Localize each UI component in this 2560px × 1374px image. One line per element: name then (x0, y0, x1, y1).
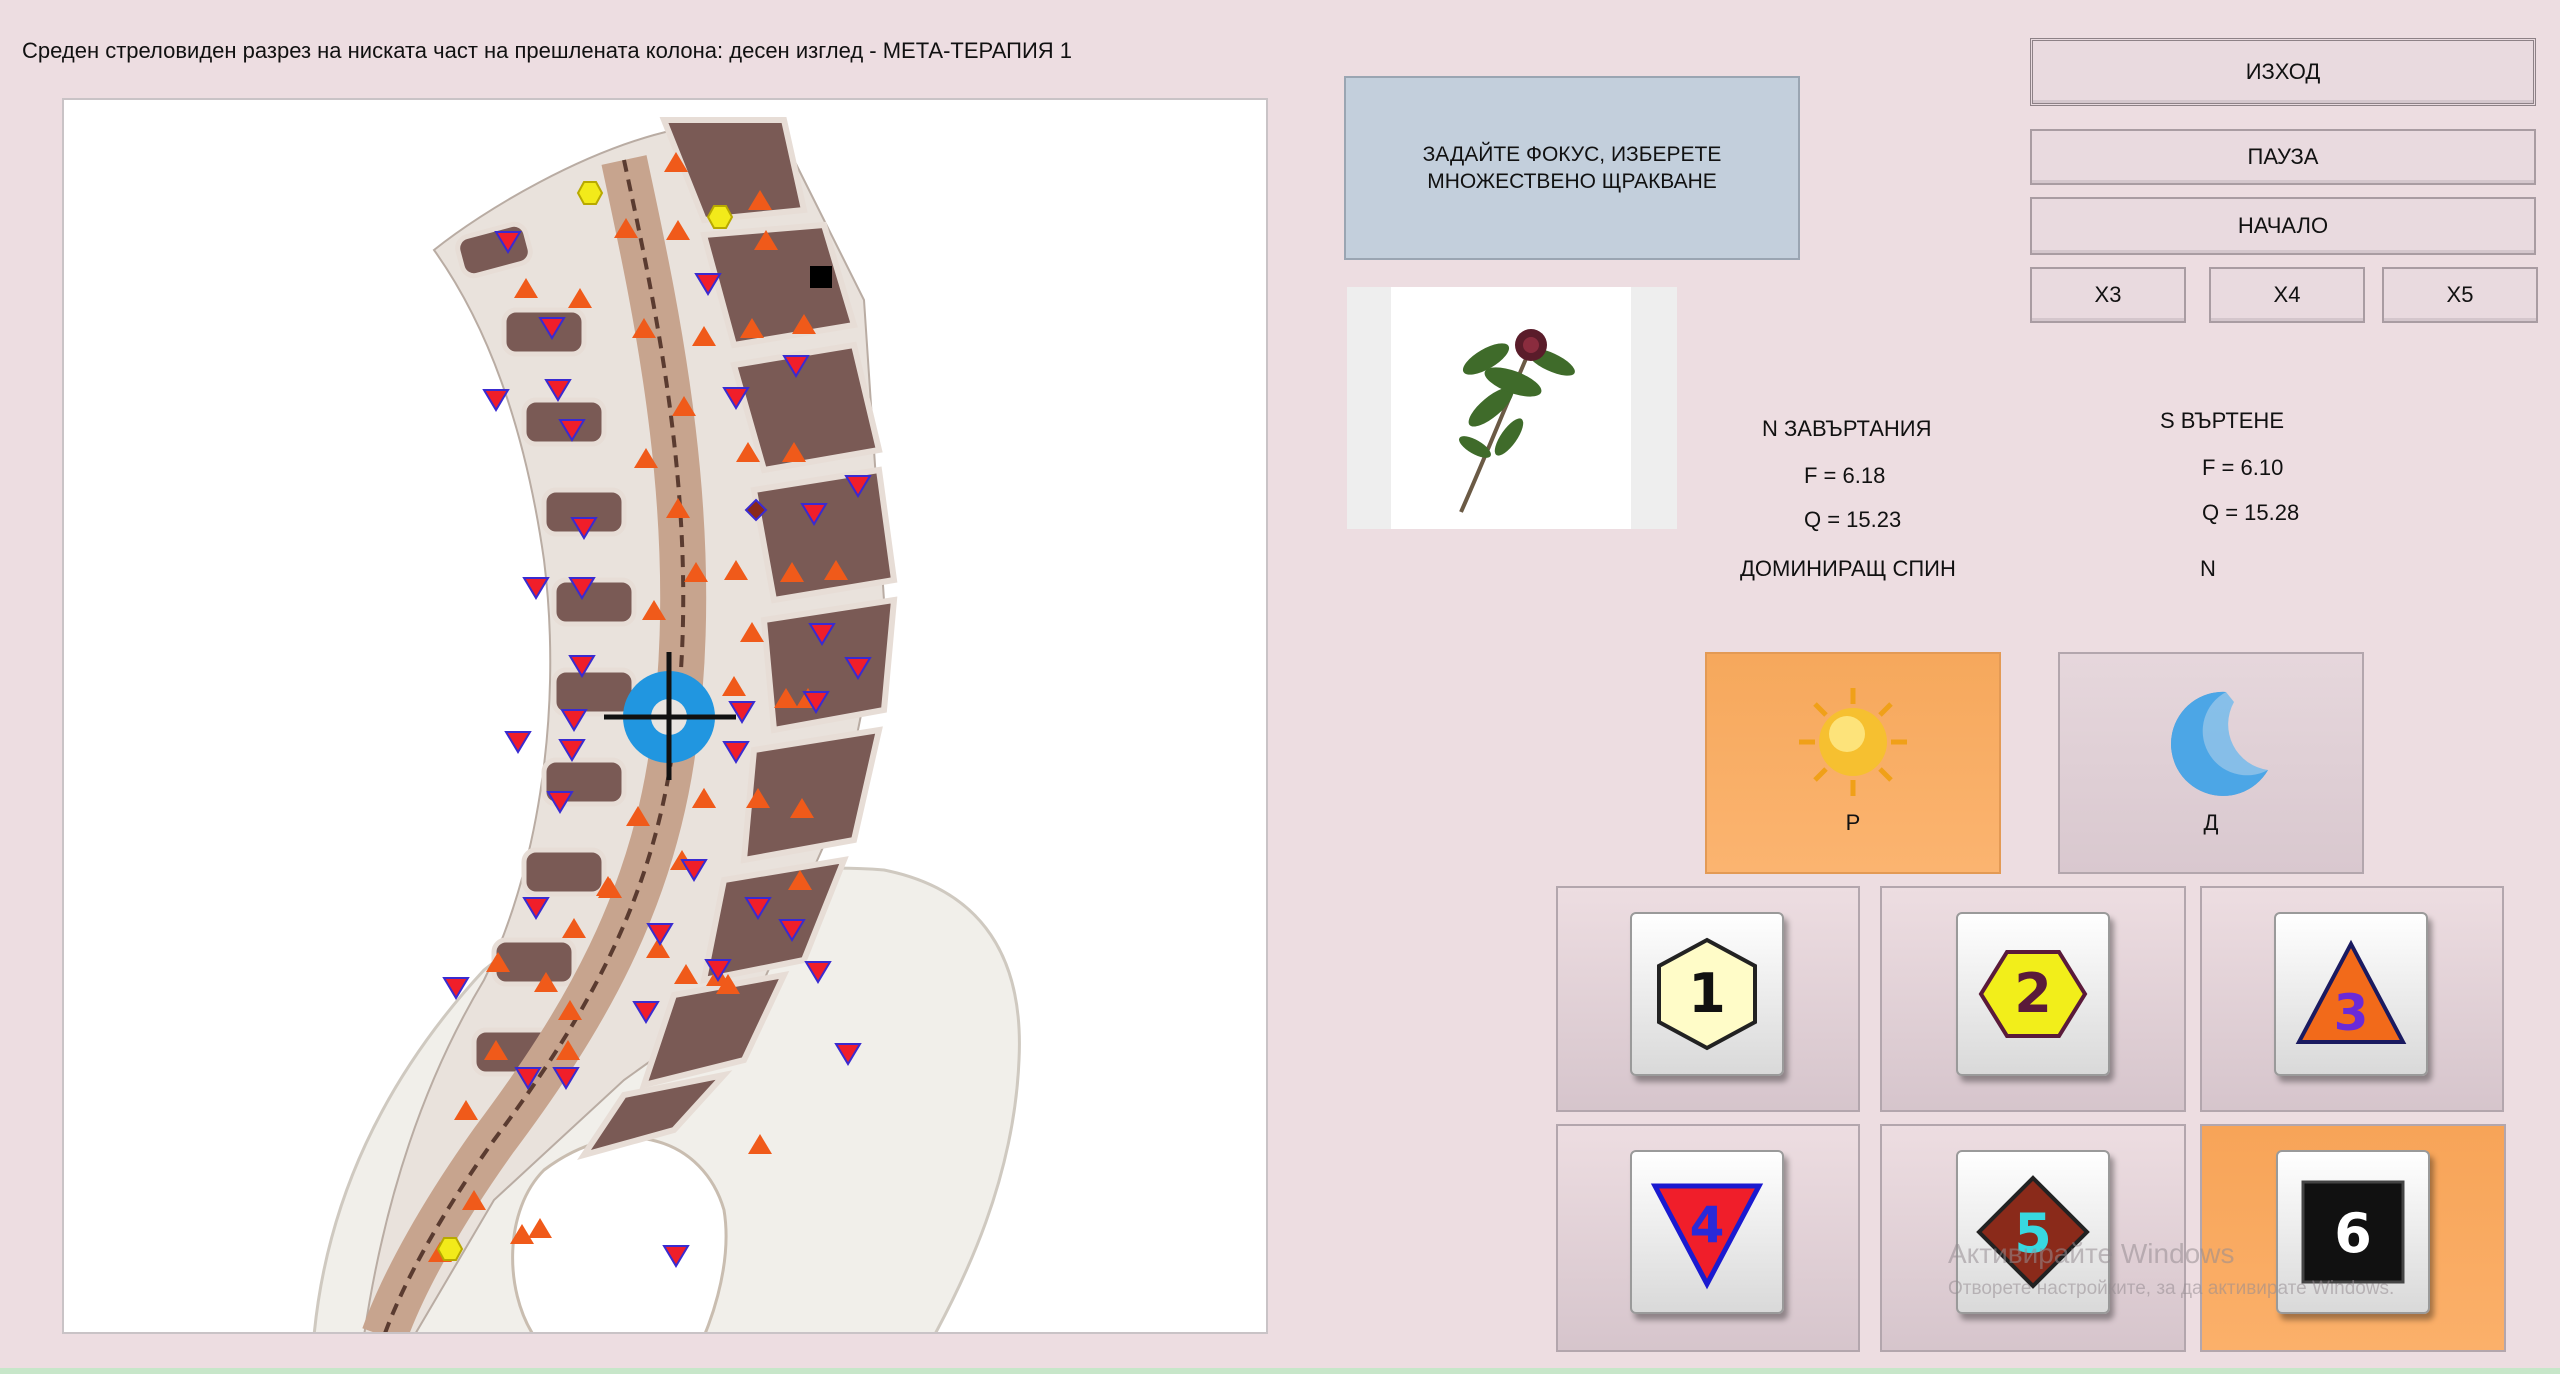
symbol-3-number: 3 (2334, 984, 2369, 1042)
symbol-6-number: 6 (2334, 1202, 2372, 1265)
focus-instruction-line1: ЗАДАЙТЕ ФОКУС, ИЗБЕРЕТЕ (1422, 143, 1722, 166)
start-button[interactable]: НАЧАЛО (2030, 197, 2536, 255)
hexagon-yellow-icon: 2 (1978, 950, 2088, 1038)
symbol-4-button[interactable]: 4 (1556, 1124, 1860, 1352)
symbol-6-button[interactable]: 6 (2200, 1124, 2506, 1352)
moon-icon (2171, 691, 2268, 796)
n-rotation-title: N ЗАВЪРТАНИЯ (1762, 416, 1932, 441)
window-title: Среден стреловиден разрез на ниската час… (22, 38, 1073, 63)
triangle-up-icon: 3 (2295, 939, 2407, 1044)
status-strip (0, 1368, 2560, 1374)
night-mode-button[interactable]: Д (2058, 652, 2364, 874)
windows-activation-watermark: Активирайте Windows (1948, 1238, 2235, 1269)
triangle-down-icon: 4 (1650, 1183, 1764, 1290)
exit-button[interactable]: ИЗХОД (2030, 38, 2536, 106)
square-black-icon: 6 (2301, 1180, 2405, 1284)
n-quality: Q = 15.23 (1804, 507, 1902, 532)
windows-activation-hint: Отворете настройките, за да активирате W… (1948, 1278, 2395, 1299)
s-quality: Q = 15.28 (2202, 500, 2300, 525)
sun-icon (1799, 688, 1907, 796)
n-frequency: F = 6.18 (1804, 463, 1886, 488)
s-frequency: F = 6.10 (2202, 455, 2284, 480)
symbol-1-button[interactable]: 1 (1556, 886, 1860, 1112)
focus-instruction-line2: МНОЖЕСТВЕНО ЩРАКВАНЕ (1427, 170, 1717, 193)
s-rotation-title: S ВЪРТЕНЕ (2160, 408, 2284, 433)
day-mode-label: Р (1845, 810, 1861, 835)
hexagon-light-icon: 1 (1657, 937, 1757, 1051)
night-mode-label: Д (2203, 810, 2219, 835)
dominant-spin-label: ДОМИНИРАЩ СПИН (1740, 556, 1956, 581)
symbol-2-number: 2 (2014, 962, 2052, 1025)
x4-button[interactable]: Х4 (2209, 267, 2365, 323)
anatomy-image-panel[interactable] (62, 98, 1268, 1334)
day-mode-button[interactable]: Р (1705, 652, 2001, 874)
focus-instruction-box: ЗАДАЙТЕ ФОКУС, ИЗБЕРЕТЕ МНОЖЕСТВЕНО ЩРАК… (1344, 76, 1800, 260)
symbol-1-number: 1 (1688, 962, 1726, 1025)
symbol-2-button[interactable]: 2 (1880, 886, 2186, 1112)
x5-button[interactable]: Х5 (2382, 267, 2538, 323)
symbol-4-number: 4 (1690, 1196, 1725, 1254)
remedy-preview (1347, 287, 1677, 529)
spine-illustration (312, 117, 1021, 1332)
diamond-icon: 5 (1976, 1175, 2090, 1289)
symbol-3-button[interactable]: 3 (2200, 886, 2504, 1112)
dominant-spin-value: N (2200, 556, 2216, 581)
pause-button[interactable]: ПАУЗА (2030, 129, 2536, 185)
flower-image (1459, 329, 1575, 513)
x3-button[interactable]: Х3 (2030, 267, 2186, 323)
